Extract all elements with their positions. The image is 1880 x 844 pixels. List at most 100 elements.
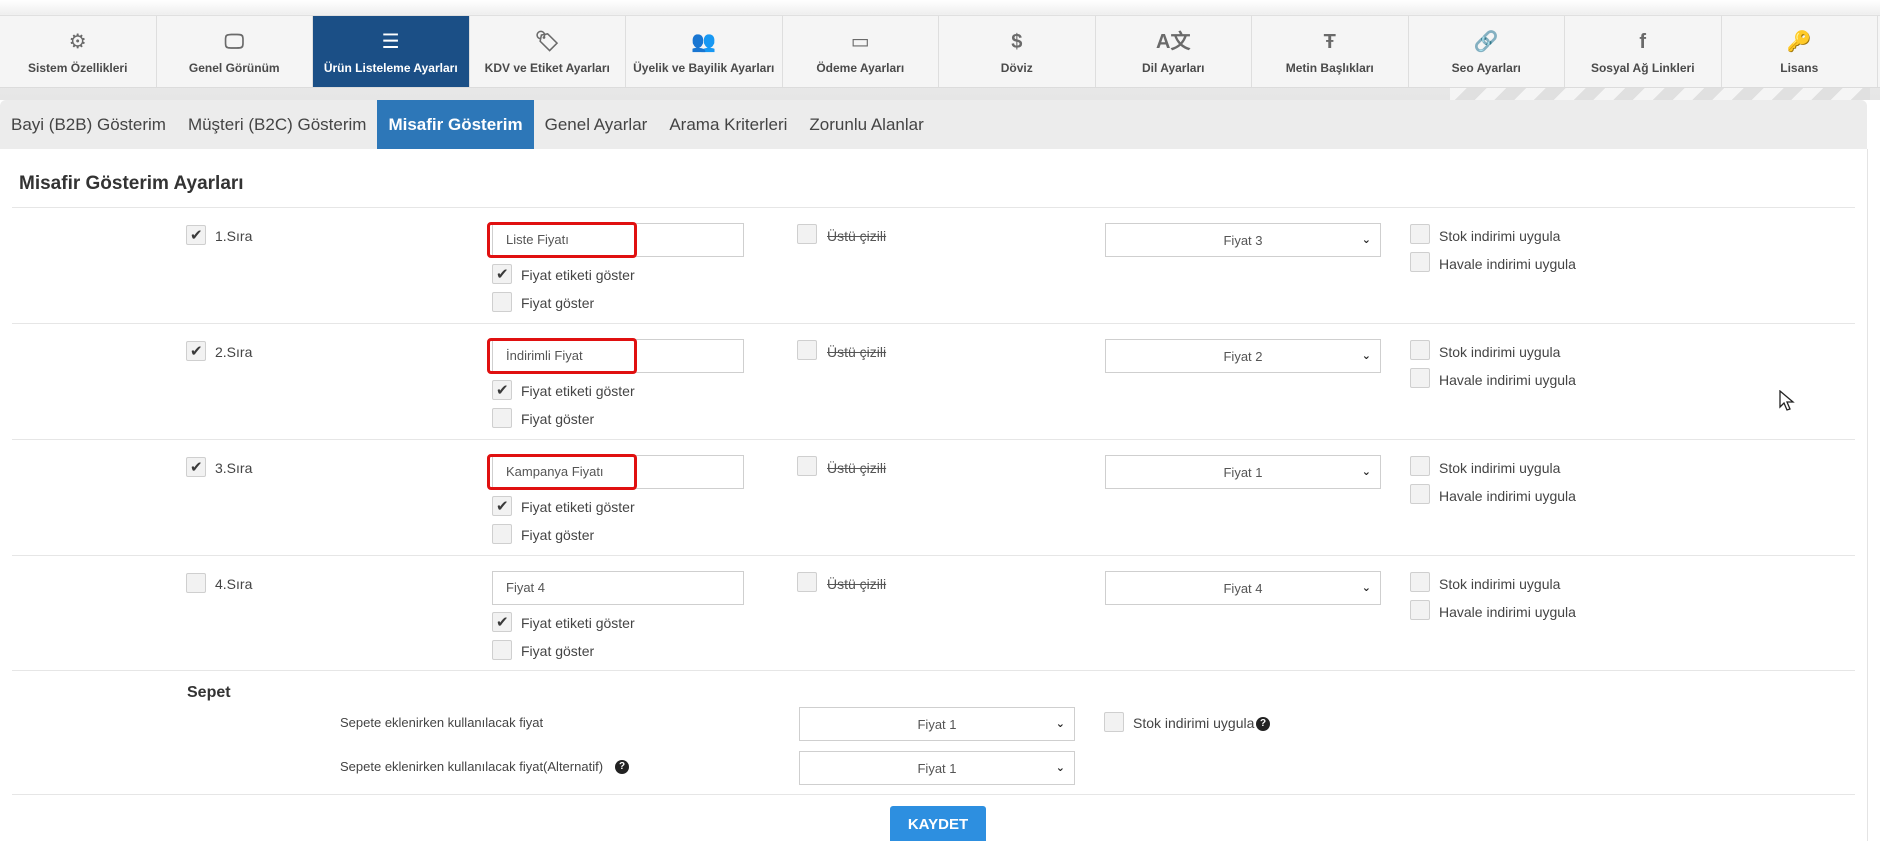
language-icon: A文 [1156,30,1191,53]
nav-item-7[interactable]: A文 Dil Ayarları [1096,16,1252,87]
monitor-icon: 🖵 [224,30,244,53]
nav-item-11[interactable]: 🔑 Lisans [1722,16,1878,87]
row-label: 4.Sıra [215,576,253,592]
row-enabled-checkbox[interactable] [186,341,206,361]
nav-item-1[interactable]: 🖵 Genel Görünüm [157,16,313,87]
strike-label: Üstü çizili [827,576,887,592]
show-price-checkbox[interactable] [492,408,512,428]
transfer-discount-checkbox[interactable] [1410,252,1430,272]
show-label-checkbox[interactable] [492,496,512,516]
subtab-1[interactable]: Müşteri (B2C) Gösterim [177,100,378,149]
price-select[interactable]: Fiyat 2 ⌄ [1105,339,1381,373]
chevron-down-icon: ⌄ [1055,762,1065,774]
show-price-checkbox[interactable] [492,524,512,544]
save-button[interactable]: KAYDET [890,806,986,841]
transfer-discount-checkbox[interactable] [1410,368,1430,388]
sepet-alt-price-select[interactable]: Fiyat 1 ⌄ [799,751,1075,785]
nav-item-label: Ödeme Ayarları [816,60,905,75]
stock-discount-checkbox[interactable] [1410,340,1430,360]
show-label-label: Fiyat etiketi göster [521,383,635,399]
price-select[interactable]: Fiyat 4 ⌄ [1105,571,1381,605]
subtab-3[interactable]: Genel Ayarlar [534,100,659,149]
subtab-0[interactable]: Bayi (B2B) Gösterim [0,100,177,149]
chevron-down-icon: ⌄ [1361,582,1371,594]
strike-checkbox[interactable] [797,456,817,476]
key-icon: 🔑 [1786,30,1812,53]
divider [12,794,1855,795]
sepet-stock-discount-checkbox[interactable] [1104,712,1124,732]
section-title: Misafir Gösterim Ayarları [19,173,244,194]
subtab-4[interactable]: Arama Kriterleri [658,100,798,149]
show-label-label: Fiyat etiketi göster [521,615,635,631]
show-price-checkbox[interactable] [492,292,512,312]
strike-checkbox[interactable] [797,340,817,360]
strike-checkbox[interactable] [797,572,817,592]
transfer-discount-checkbox[interactable] [1410,484,1430,504]
show-label-checkbox[interactable] [492,380,512,400]
show-price-label: Fiyat göster [521,643,595,659]
divider [12,555,1855,556]
stock-discount-checkbox[interactable] [1410,224,1430,244]
nav-item-label: Lisans [1780,60,1819,75]
subtab-5[interactable]: Zorunlu Alanlar [798,100,934,149]
nav-item-label: Döviz [1000,60,1033,75]
sepet-stock-discount-label: Stok indirimi uygula [1133,715,1255,731]
link-icon: 🔗 [1473,30,1499,53]
show-label-checkbox[interactable] [492,612,512,632]
stock-discount-label: Stok indirimi uygula [1439,344,1561,360]
row-enabled-checkbox[interactable] [186,225,206,245]
stock-discount-checkbox[interactable] [1410,456,1430,476]
price-select[interactable]: Fiyat 3 ⌄ [1105,223,1381,257]
nav-item-5[interactable]: ▭ Ödeme Ayarları [783,16,939,87]
row-name-input[interactable]: Fiyat 4 [492,571,744,605]
nav-item-3[interactable]: 🏷 KDV ve Etiket Ayarları [470,16,626,87]
sepet-price-select[interactable]: Fiyat 1 ⌄ [799,707,1075,741]
facebook-icon: f [1639,30,1647,53]
strike-label: Üstü çizili [827,344,887,360]
help-icon[interactable]: ? [615,760,629,774]
stock-discount-checkbox[interactable] [1410,572,1430,592]
chevron-down-icon: ⌄ [1361,234,1371,246]
price-select-value: Fiyat 1 [1223,464,1263,480]
nav-item-label: Sistem Özellikleri [28,60,128,75]
nav-item-2[interactable]: ☰ Ürün Listeleme Ayarları [313,16,470,87]
nav-item-6[interactable]: $ Döviz [939,16,1096,87]
divider [12,439,1855,440]
chevron-down-icon: ⌄ [1361,350,1371,362]
nav-item-label: Ürün Listeleme Ayarları [323,60,458,75]
nav-item-9[interactable]: 🔗 Seo Ayarları [1409,16,1565,87]
price-select[interactable]: Fiyat 1 ⌄ [1105,455,1381,489]
row-label: 1.Sıra [215,228,253,244]
price-select-value: Fiyat 4 [1223,580,1263,596]
row-enabled-checkbox[interactable] [186,573,206,593]
dollar-icon: $ [1011,30,1023,53]
strike-label: Üstü çizili [827,228,887,244]
divider [12,323,1855,324]
nav-item-4[interactable]: 👥 Üyelik ve Bayilik Ayarları [626,16,783,87]
sepet-price-value: Fiyat 1 [917,716,957,732]
nav-item-10[interactable]: f Sosyal Ağ Linkleri [1565,16,1722,87]
show-price-label: Fiyat göster [521,527,595,543]
show-label-checkbox[interactable] [492,264,512,284]
stock-discount-label: Stok indirimi uygula [1439,228,1561,244]
stock-discount-label: Stok indirimi uygula [1439,576,1561,592]
help-icon[interactable]: ? [1256,717,1270,731]
subtab-2[interactable]: Misafir Gösterim [377,100,534,149]
transfer-discount-label: Havale indirimi uygula [1439,256,1576,272]
nav-item-0[interactable]: ⚙ Sistem Özellikleri [0,16,157,87]
highlight-box [487,222,637,258]
strike-label: Üstü çizili [827,460,887,476]
row-enabled-checkbox[interactable] [186,457,206,477]
transfer-discount-label: Havale indirimi uygula [1439,604,1576,620]
sepet-alt-price-value: Fiyat 1 [917,760,957,776]
nav-item-8[interactable]: Ŧ Metin Başlıkları [1252,16,1409,87]
divider [12,207,1855,208]
nav-item-label: KDV ve Etiket Ayarları [484,60,610,75]
strike-checkbox[interactable] [797,224,817,244]
transfer-discount-checkbox[interactable] [1410,600,1430,620]
show-price-checkbox[interactable] [492,640,512,660]
row-label: 2.Sıra [215,344,253,360]
price-select-value: Fiyat 3 [1223,232,1263,248]
sub-tabs: Bayi (B2B) Gösterim Müşteri (B2C) Gösteri… [0,100,1867,149]
stock-discount-label: Stok indirimi uygula [1439,460,1561,476]
